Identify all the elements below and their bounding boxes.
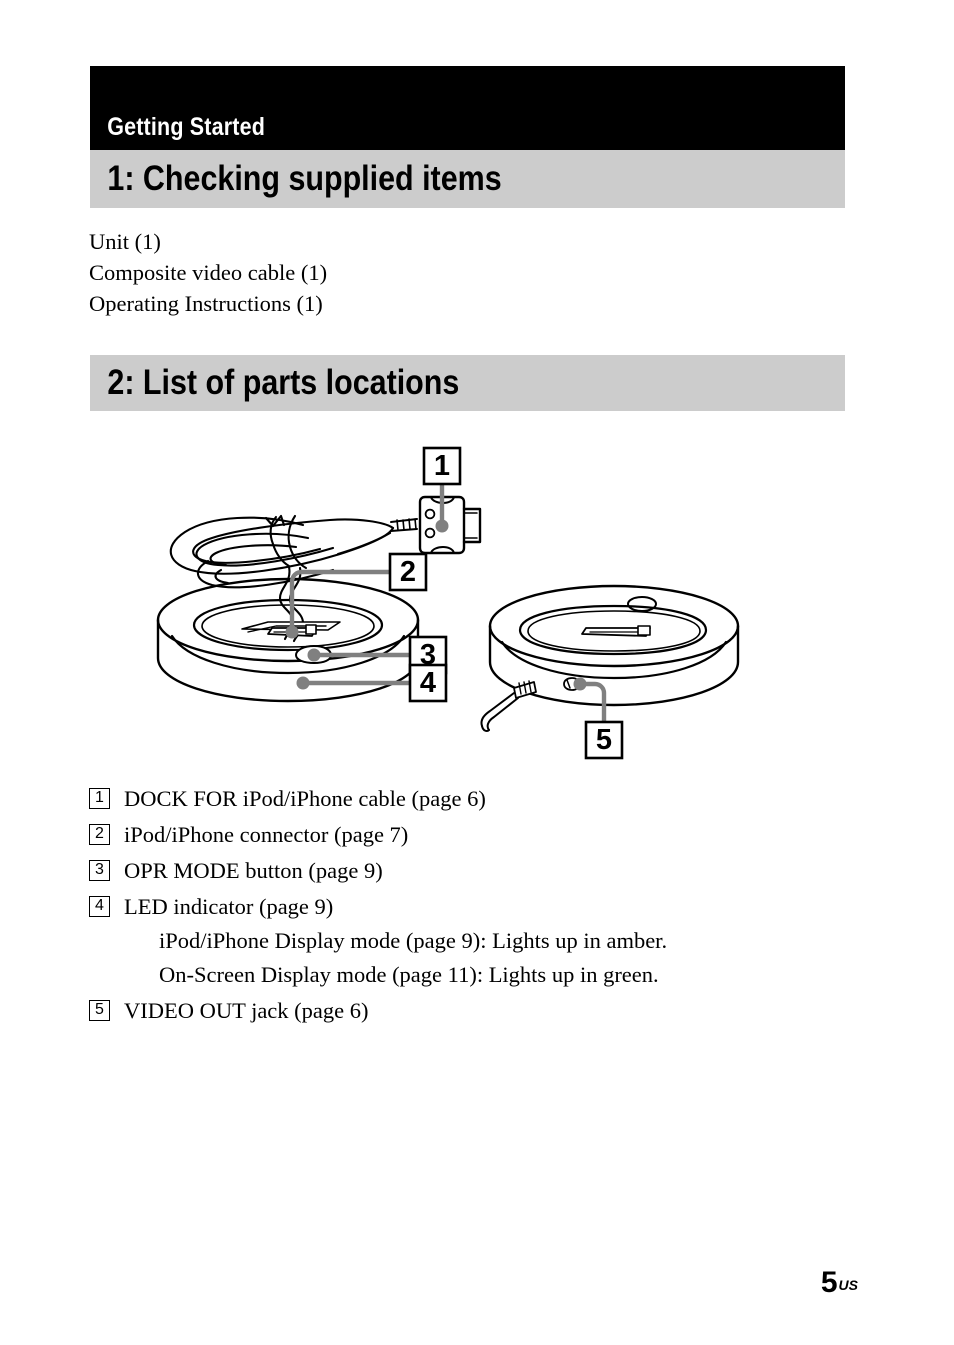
legend-item-label: DOCK FOR iPod/iPhone cable (page 6) — [124, 786, 486, 811]
legend-item-2: 2 iPod/iPhone connector (page 7) — [89, 818, 869, 852]
section-header-checking-supplied-items: 1: Checking supplied items — [90, 150, 845, 208]
leader-dot-3 — [307, 648, 321, 662]
section-title-2: 2: List of parts locations — [107, 363, 460, 402]
running-head-title: Getting Started — [107, 113, 266, 141]
page-number-value: 5 — [820, 1266, 838, 1299]
supplied-item: Composite video cable (1) — [89, 260, 328, 285]
callout-2: 2 — [388, 552, 428, 592]
callout-4: 4 — [408, 663, 448, 703]
supplied-item: Operating Instructions (1) — [89, 291, 323, 316]
leader-dot-4 — [296, 676, 310, 690]
svg-text:1: 1 — [434, 450, 450, 482]
legend-item-label: OPR MODE button (page 9) — [124, 858, 383, 883]
parts-locations-illustration: 1 2 3 4 5 — [90, 430, 850, 770]
callout-5: 5 — [584, 720, 624, 760]
leader-dot-5 — [573, 677, 587, 691]
section-title-1: 1: Checking supplied items — [107, 159, 502, 198]
parts-legend: 1 DOCK FOR iPod/iPhone cable (page 6) 2 … — [89, 782, 869, 1030]
legend-item-4: 4 LED indicator (page 9) iPod/iPhone Dis… — [89, 890, 869, 992]
legend-item-label: LED indicator (page 9) — [124, 894, 334, 919]
section-header-list-of-parts-locations: 2: List of parts locations — [90, 355, 845, 411]
document-page: Getting Started 1: Checking supplied ite… — [0, 0, 954, 1345]
legend-number-box: 2 — [89, 824, 110, 845]
svg-text:2: 2 — [400, 556, 416, 588]
video-out-jack-plug — [480, 680, 537, 732]
legend-item-5: 5 VIDEO OUT jack (page 6) — [89, 994, 869, 1028]
leader-dot-1 — [435, 519, 449, 533]
running-head-bar: Getting Started — [90, 66, 845, 150]
legend-number-box: 3 — [89, 860, 110, 881]
legend-item-subtext: On-Screen Display mode (page 11): Lights… — [159, 962, 659, 987]
legend-item-3: 3 OPR MODE button (page 9) — [89, 854, 869, 888]
legend-number-box: 4 — [89, 896, 110, 917]
supplied-item: Unit (1) — [89, 229, 161, 254]
callout-1: 1 — [422, 446, 462, 486]
legend-item-label: VIDEO OUT jack (page 6) — [124, 998, 369, 1023]
leader-dot-2 — [285, 625, 299, 639]
page-number-region-suffix: US — [838, 1277, 858, 1293]
illustration-callouts: 1 2 3 4 5 — [388, 446, 624, 760]
dock-connector-plug — [390, 495, 482, 555]
legend-item-subtext: iPod/iPhone Display mode (page 9): Light… — [159, 928, 668, 953]
legend-item-label: iPod/iPhone connector (page 7) — [124, 822, 409, 847]
legend-item-1: 1 DOCK FOR iPod/iPhone cable (page 6) — [89, 782, 869, 816]
dock-unit-rear-view — [480, 584, 740, 732]
legend-number-box: 5 — [89, 1000, 110, 1021]
supplied-items-list: Unit (1) Composite video cable (1) Opera… — [89, 226, 327, 319]
svg-text:5: 5 — [596, 724, 612, 756]
svg-text:4: 4 — [420, 667, 436, 699]
page-number: 5 US — [821, 1268, 858, 1300]
legend-number-box: 1 — [89, 788, 110, 809]
